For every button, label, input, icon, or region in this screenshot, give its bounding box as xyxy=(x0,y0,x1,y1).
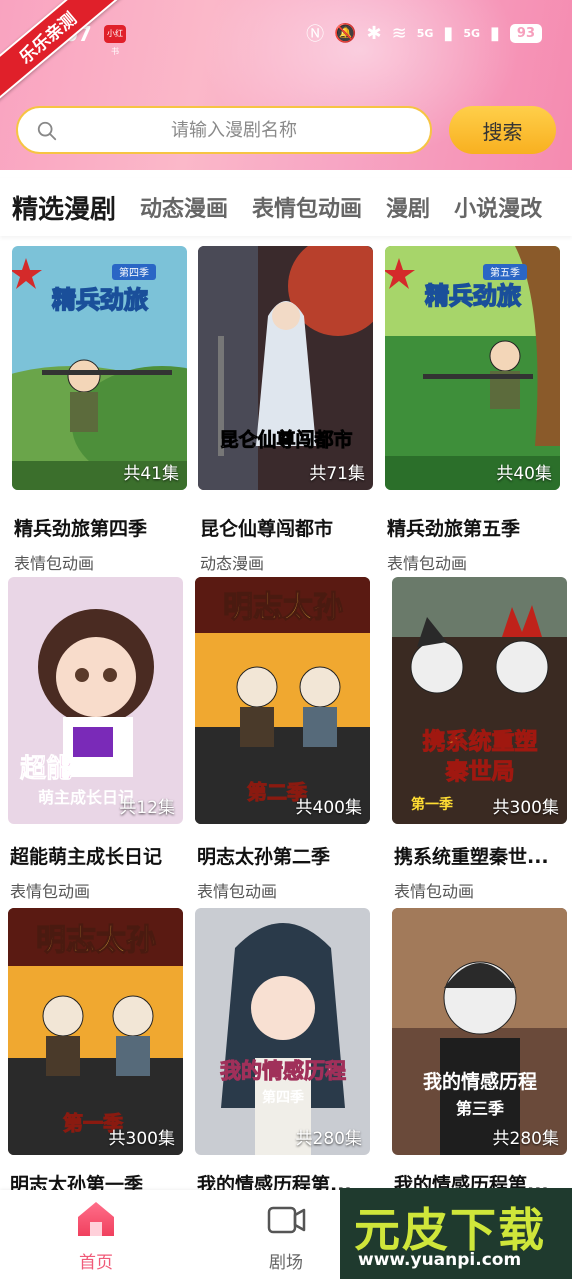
drama-poster: 明志太孙 第一季 共300集 xyxy=(8,908,183,1155)
drama-card[interactable]: 精兵劲旅 第四季 共41集 精兵劲旅第四季 表情包动画 xyxy=(12,246,187,576)
drama-poster: 昆仑仙尊闯都市 共71集 xyxy=(198,246,373,490)
poster-season: 第五季 xyxy=(490,266,520,279)
episode-count: 共300集 xyxy=(108,1129,175,1149)
search-bar[interactable] xyxy=(16,106,432,154)
episode-count: 共41集 xyxy=(123,464,179,484)
drama-poster: 超能 萌主成长日记 共12集 xyxy=(8,577,183,824)
battery-icon: 93 xyxy=(509,23,542,43)
episode-count: 共300集 xyxy=(492,798,559,818)
watermark-url: www.yuanpi.com xyxy=(358,1250,522,1270)
signal-5g-icon-2: 5G xyxy=(463,26,480,40)
drama-card[interactable]: 昆仑仙尊闯都市 共71集 昆仑仙尊闯都市 动态漫画 xyxy=(198,246,373,576)
drama-title: 精兵劲旅第五季 xyxy=(387,518,521,540)
app-badge: 小红书 xyxy=(104,25,126,56)
drama-poster: 精兵劲旅 第五季 共40集 xyxy=(385,246,560,490)
search-input[interactable] xyxy=(18,108,430,152)
poster-subtitle: 秦世局 xyxy=(445,758,515,785)
drama-genre: 表情包动画 xyxy=(10,882,91,901)
episode-count: 共280集 xyxy=(492,1129,559,1149)
poster-title: 明志太孙 xyxy=(36,923,156,958)
poster-title: 我的情感历程 xyxy=(423,1070,537,1093)
watermark-logo: 元皮下载 www.yuanpi.com xyxy=(340,1188,572,1279)
poster-season: 第四季 xyxy=(262,1089,304,1106)
poster-season: 第四季 xyxy=(119,266,149,279)
drama-card[interactable]: 携系统重塑 秦世局 第一季 共300集 携系统重塑秦世... 表情包动画 xyxy=(392,577,567,901)
drama-genre: 表情包动画 xyxy=(197,882,278,901)
drama-poster: 我的情感历程 第三季 共280集 xyxy=(392,908,567,1155)
nav-theater[interactable]: 剧场 xyxy=(236,1200,336,1273)
nav-home-label: 首页 xyxy=(79,1253,113,1273)
drama-poster: 明志太孙 第二季 共400集 xyxy=(195,577,370,824)
poster-title: 明志太孙 xyxy=(223,590,343,625)
poster-title: 超能 xyxy=(20,753,72,784)
episode-count: 共12集 xyxy=(119,798,175,818)
tab-featured[interactable]: 精选漫剧 xyxy=(12,189,116,226)
poster-title: 我的情感历程 xyxy=(220,1058,346,1083)
signal-bars-icon: ▮ xyxy=(443,22,454,44)
search-button[interactable]: 搜索 xyxy=(449,106,556,154)
drama-card[interactable]: 我的情感历程 第三季 共280集 我的情感历程第... xyxy=(392,908,567,1196)
poster-season: 第三季 xyxy=(456,1099,505,1118)
tab-novel-adaptation[interactable]: 小说漫改 xyxy=(454,191,542,223)
drama-genre: 表情包动画 xyxy=(14,554,95,573)
nav-home[interactable]: 首页 xyxy=(46,1200,146,1273)
mute-icon: 🔕 xyxy=(334,22,357,44)
drama-genre: 表情包动画 xyxy=(387,554,468,573)
test-ribbon: 乐乐亲测 xyxy=(0,0,124,105)
video-camera-icon xyxy=(267,1206,306,1234)
home-icon xyxy=(78,1202,114,1236)
poster-season: 第一季 xyxy=(411,796,453,813)
bluetooth-icon: ✱ xyxy=(366,22,382,44)
drama-title: 携系统重塑秦世... xyxy=(394,846,549,868)
wifi-icon: ≋ xyxy=(391,22,407,44)
drama-genre: 动态漫画 xyxy=(200,554,265,573)
episode-count: 共71集 xyxy=(309,464,365,484)
episode-count: 共40集 xyxy=(496,464,552,484)
drama-card[interactable]: 明志太孙 第一季 共300集 明志太孙第一季 xyxy=(8,908,183,1196)
poster-title: 精兵劲旅 xyxy=(425,281,521,310)
tab-comic-drama[interactable]: 漫剧 xyxy=(386,191,430,223)
episode-count: 共280集 xyxy=(295,1129,362,1149)
drama-card[interactable]: 精兵劲旅 第五季 共40集 精兵劲旅第五季 表情包动画 xyxy=(385,246,560,576)
poster-title: 昆仑仙尊闯都市 xyxy=(219,428,352,451)
tab-meme-animation[interactable]: 表情包动画 xyxy=(252,191,362,223)
drama-card[interactable]: 明志太孙 第二季 共400集 明志太孙第二季 表情包动画 xyxy=(195,577,370,901)
drama-card[interactable]: 超能 萌主成长日记 共12集 超能萌主成长日记 表情包动画 xyxy=(8,577,183,901)
drama-card[interactable]: 我的情感历程 第四季 共280集 我的情感历程第... xyxy=(195,908,370,1196)
category-tabs: 精选漫剧 动态漫画 表情包动画 漫剧 小说漫改 xyxy=(0,178,572,236)
poster-title: 携系统重塑 xyxy=(423,728,538,755)
nav-theater-label: 剧场 xyxy=(269,1253,303,1273)
drama-poster: 携系统重塑 秦世局 第一季 共300集 xyxy=(392,577,567,824)
drama-poster: 我的情感历程 第四季 共280集 xyxy=(195,908,370,1155)
drama-title: 明志太孙第二季 xyxy=(197,846,331,868)
signal-5g-icon: 5G xyxy=(416,26,434,40)
nfc-icon: Ⓝ xyxy=(306,24,325,45)
drama-poster: 精兵劲旅 第四季 共41集 xyxy=(12,246,187,490)
episode-count: 共400集 xyxy=(295,798,362,818)
drama-title: 超能萌主成长日记 xyxy=(10,846,163,868)
drama-title: 昆仑仙尊闯都市 xyxy=(200,518,334,540)
drama-genre: 表情包动画 xyxy=(394,882,475,901)
poster-title: 精兵劲旅 xyxy=(52,285,148,314)
status-icons: Ⓝ 🔕 ✱ ≋ 5G ▮ 5G ▮ 93 xyxy=(306,20,542,46)
drama-title: 精兵劲旅第四季 xyxy=(14,518,148,540)
signal-bars-icon-2: ▮ xyxy=(490,22,500,44)
tab-motion-comic[interactable]: 动态漫画 xyxy=(140,191,228,223)
